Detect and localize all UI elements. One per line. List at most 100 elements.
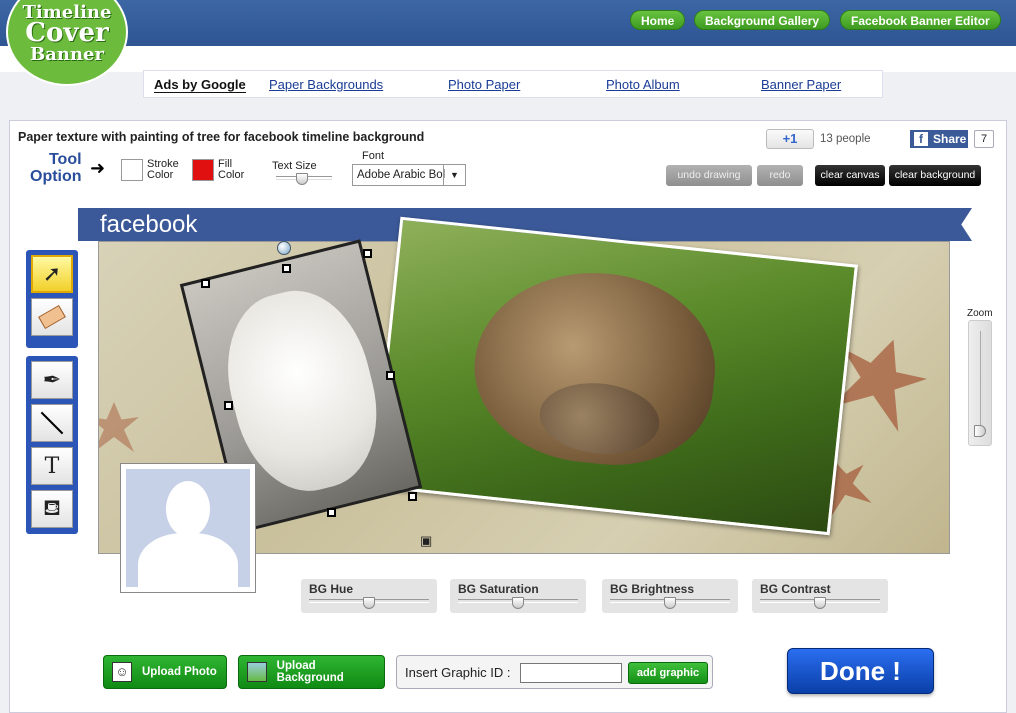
hedgehog-image <box>465 260 725 475</box>
pointer-tool-button[interactable]: ➚ <box>31 255 73 293</box>
hedgehog-photo[interactable] <box>372 216 858 536</box>
slider-thumb[interactable] <box>512 597 524 609</box>
ad-link[interactable]: Banner Paper <box>761 77 841 92</box>
resize-handle[interactable] <box>386 371 395 380</box>
zoom-slider[interactable] <box>968 320 992 446</box>
logo-line-3: Banner <box>30 43 104 65</box>
upload-photo-button[interactable]: ☺ Upload Photo <box>103 655 227 689</box>
text-size-label: Text Size <box>272 160 317 172</box>
fill-label-line-2: Color <box>218 169 245 181</box>
rotate-handle[interactable] <box>277 241 291 255</box>
upload-background-label: Upload Background <box>276 660 344 684</box>
ad-link[interactable]: Photo Album <box>606 77 680 92</box>
upload-photo-label: Upload Photo <box>142 666 217 678</box>
share-label: Share <box>933 132 967 146</box>
bg-saturation-label: BG Saturation <box>458 582 539 596</box>
nav-gallery-button[interactable]: Background Gallery <box>694 10 831 30</box>
chevron-down-icon[interactable]: ▼ <box>443 165 465 185</box>
pen-tool-button[interactable]: ✒ <box>31 361 73 399</box>
tool-option-label: Tool Option <box>30 151 82 186</box>
nav-editor-button[interactable]: Facebook Banner Editor <box>840 10 1001 30</box>
insert-graphic-panel: Insert Graphic ID : add graphic <box>396 655 713 689</box>
slider-thumb[interactable] <box>363 597 375 609</box>
pen-icon: ✒ <box>42 367 62 392</box>
user-photo-icon: ☺ <box>112 662 132 682</box>
camera-icon[interactable]: ▣ <box>420 533 432 549</box>
resize-handle[interactable] <box>327 508 336 517</box>
undo-button[interactable]: undo drawing <box>666 165 752 186</box>
graphic-id-input[interactable] <box>520 663 622 683</box>
logo-line-2: Cover <box>25 18 109 49</box>
done-button[interactable]: Done ! <box>787 648 934 694</box>
resize-handle[interactable] <box>201 279 210 288</box>
resize-handle[interactable] <box>408 492 417 501</box>
site-logo[interactable]: Timeline Cover Banner <box>6 0 128 86</box>
font-value: Adobe Arabic Bol <box>357 169 446 181</box>
zoom-track-line <box>980 331 983 435</box>
stroke-color-label: Stroke Color <box>147 159 179 181</box>
profile-silhouette <box>126 469 250 587</box>
bg-contrast-label: BG Contrast <box>760 582 831 596</box>
line-tool-button[interactable] <box>31 404 73 442</box>
profile-picture-placeholder[interactable] <box>120 463 256 593</box>
eraser-tool-button[interactable] <box>31 298 73 336</box>
text-size-slider[interactable] <box>276 173 332 185</box>
bg-brightness-slider[interactable]: BG Brightness <box>602 579 738 613</box>
landscape-icon <box>247 662 267 682</box>
tool-panel-draw: ✒ T ⛾ <box>26 356 78 534</box>
add-graphic-button[interactable]: add graphic <box>628 662 708 684</box>
tool-option-line-2: Option <box>30 167 82 185</box>
insert-graphic-label: Insert Graphic ID : <box>405 665 511 680</box>
facebook-banner-label: facebook <box>100 211 198 238</box>
ads-label: Ads by Google <box>154 77 246 93</box>
ad-link[interactable]: Paper Backgrounds <box>269 77 383 92</box>
text-tool-button[interactable]: T <box>31 447 73 485</box>
bg-brightness-label: BG Brightness <box>610 582 695 596</box>
resize-handle[interactable] <box>282 264 291 273</box>
text-size-thumb[interactable] <box>295 173 308 185</box>
stroke-color-swatch[interactable] <box>121 159 143 181</box>
silhouette-head <box>166 481 210 537</box>
eraser-icon <box>38 304 66 330</box>
fill-color-label: Fill Color <box>218 159 244 181</box>
cursor-icon: ➚ <box>42 261 62 286</box>
silhouette-body <box>138 533 238 587</box>
clear-background-button[interactable]: clear background <box>889 165 981 186</box>
fill-tool-button[interactable]: ⛾ <box>31 490 73 528</box>
resize-handle[interactable] <box>224 401 233 410</box>
ads-bar: Ads by Google Paper Backgrounds Photo Pa… <box>143 70 883 98</box>
slider-thumb[interactable] <box>664 597 676 609</box>
ad-link[interactable]: Photo Paper <box>448 77 520 92</box>
nav-home-button[interactable]: Home <box>630 10 686 30</box>
redo-button[interactable]: redo <box>757 165 803 186</box>
slider-thumb[interactable] <box>814 597 826 609</box>
line-icon <box>40 411 64 435</box>
bg-saturation-slider[interactable]: BG Saturation <box>450 579 586 613</box>
bg-hue-slider[interactable]: BG Hue <box>301 579 437 613</box>
subnav-strip <box>0 46 1016 72</box>
plus-one-label: +1 <box>782 131 798 146</box>
paint-bucket-icon: ⛾ <box>43 494 61 520</box>
stroke-label-line-2: Color <box>147 169 174 181</box>
google-plus-button[interactable]: +1 <box>766 129 814 149</box>
facebook-share-button[interactable]: f Share <box>910 130 968 148</box>
facebook-icon: f <box>914 132 928 146</box>
resize-handle[interactable] <box>363 249 372 258</box>
leaf-decoration <box>99 402 139 452</box>
upload-background-button[interactable]: Upload Background <box>238 655 385 689</box>
arrow-right-icon: ➜ <box>90 158 106 178</box>
tool-panel-select: ➚ <box>26 250 78 348</box>
zoom-label: Zoom <box>967 308 993 319</box>
zoom-thumb[interactable] <box>974 425 986 437</box>
font-select[interactable]: Adobe Arabic Bol ▼ <box>352 164 466 186</box>
bg-hue-label: BG Hue <box>309 582 354 596</box>
clear-canvas-button[interactable]: clear canvas <box>815 165 885 186</box>
bg-contrast-slider[interactable]: BG Contrast <box>752 579 888 613</box>
fill-color-swatch[interactable] <box>192 159 214 181</box>
share-count: 7 <box>974 130 994 148</box>
font-label: Font <box>362 150 385 162</box>
tool-option-line-1: Tool <box>48 151 82 168</box>
hedgehog-face <box>536 377 663 460</box>
plus-count: 13 people <box>820 133 871 145</box>
page-title: Paper texture with painting of tree for … <box>18 130 425 144</box>
